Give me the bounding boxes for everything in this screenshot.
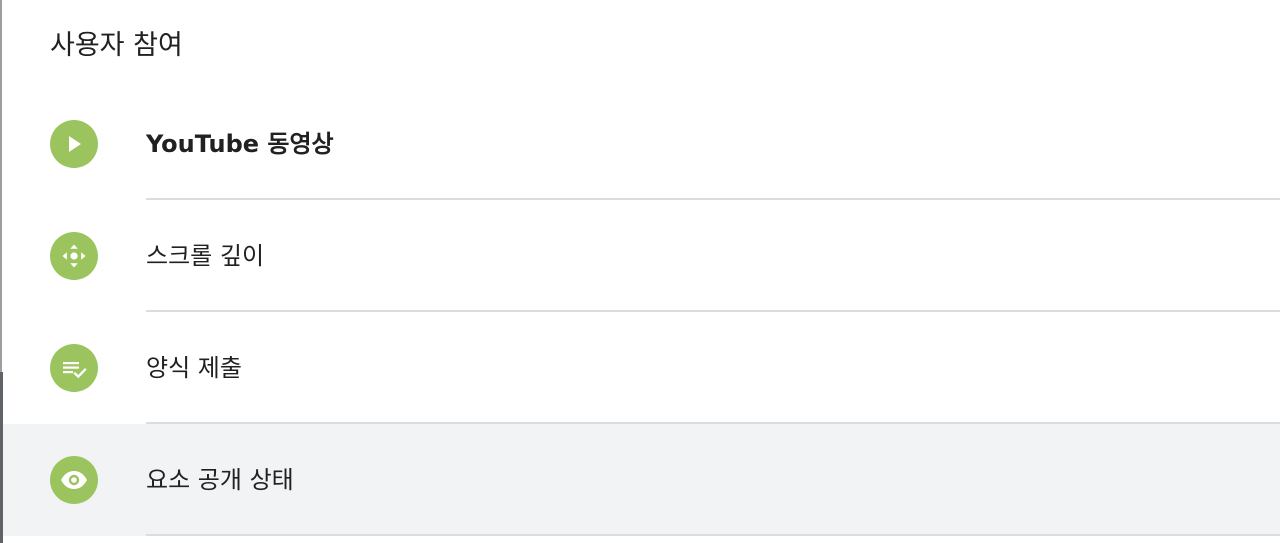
- trigger-item-label: YouTube 동영상: [146, 130, 334, 158]
- form-check-icon: [50, 344, 98, 392]
- trigger-item-scroll-depth[interactable]: 스크롤 깊이: [3, 200, 1280, 312]
- trigger-item-youtube-video[interactable]: YouTube 동영상: [3, 88, 1280, 200]
- trigger-item-element-visibility[interactable]: 요소 공개 상태: [3, 424, 1280, 536]
- divider: [146, 534, 1280, 536]
- trigger-item-label: 요소 공개 상태: [146, 466, 294, 494]
- trigger-item-label: 스크롤 깊이: [146, 242, 265, 270]
- trigger-item-label: 양식 제출: [146, 354, 242, 382]
- trigger-type-panel: 사용자 참여 YouTube 동영상 스크롤 깊이 양식 제출 요소 공개 상태: [0, 0, 1280, 543]
- eye-icon: [50, 456, 98, 504]
- play-icon: [50, 120, 98, 168]
- scroll-arrows-icon: [50, 232, 98, 280]
- section-title: 사용자 참여: [50, 30, 183, 61]
- trigger-item-form-submission[interactable]: 양식 제출: [3, 312, 1280, 424]
